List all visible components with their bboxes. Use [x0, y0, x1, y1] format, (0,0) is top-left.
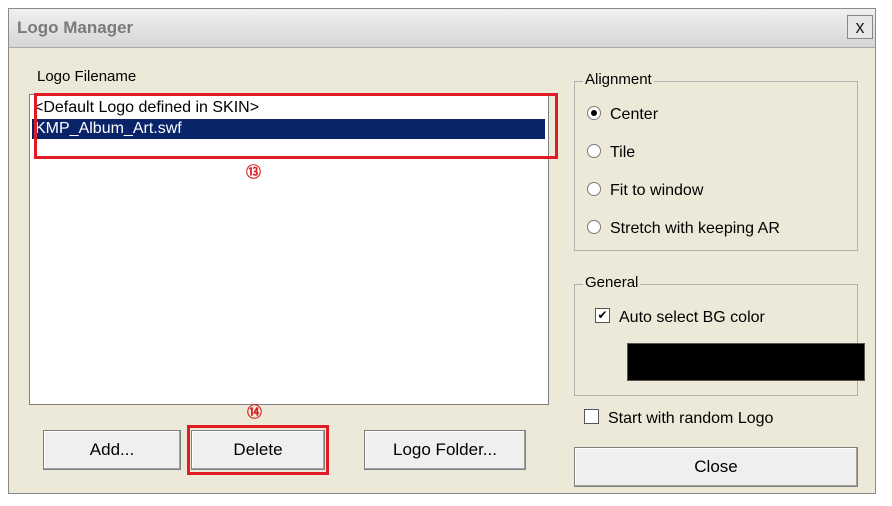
alignment-option-tile[interactable]: Tile	[587, 142, 635, 164]
add-button[interactable]: Add...	[43, 430, 181, 470]
radio-fit-to-window[interactable]	[587, 181, 601, 196]
logo-manager-dialog: Logo Manager x Logo Filename <Default Lo…	[8, 8, 876, 494]
close-window-button[interactable]: x	[847, 15, 873, 39]
random-logo-checkbox[interactable]	[584, 409, 599, 425]
auto-bg-row[interactable]: ✔ Auto select BG color	[595, 307, 765, 329]
alignment-label-stretch: Stretch with keeping AR	[610, 220, 780, 237]
alignment-option-fit[interactable]: Fit to window	[587, 180, 703, 202]
radio-tile[interactable]	[587, 143, 601, 158]
window-title: Logo Manager	[17, 18, 134, 37]
alignment-option-stretch[interactable]: Stretch with keeping AR	[587, 218, 780, 240]
alignment-legend: Alignment	[583, 71, 654, 88]
random-logo-row[interactable]: Start with random Logo	[584, 408, 773, 430]
annotation-marker-14: ⑭	[247, 404, 263, 421]
general-legend: General	[583, 274, 641, 291]
alignment-label-fit: Fit to window	[610, 182, 704, 199]
logo-folder-button[interactable]: Logo Folder...	[364, 430, 526, 470]
auto-bg-checkbox[interactable]: ✔	[595, 308, 610, 324]
close-button[interactable]: Close	[574, 447, 858, 487]
auto-bg-label: Auto select BG color	[619, 309, 765, 326]
logo-filename-legend: Logo Filename	[35, 68, 139, 85]
alignment-label-tile: Tile	[610, 144, 636, 161]
alignment-option-center[interactable]: Center	[587, 104, 658, 126]
title-bar[interactable]: Logo Manager x	[9, 9, 875, 48]
radio-stretch[interactable]	[587, 219, 601, 234]
random-logo-label: Start with random Logo	[608, 410, 774, 427]
general-group: General ✔ Auto select BG color	[574, 274, 865, 396]
alignment-label-center: Center	[610, 106, 659, 123]
annotation-box-delete	[187, 425, 329, 475]
alignment-group: Alignment Center Tile Fit to window Stre…	[574, 71, 858, 251]
annotation-box-list	[34, 93, 558, 159]
bg-color-swatch[interactable]	[627, 343, 865, 381]
annotation-marker-13: ⑬	[246, 164, 262, 181]
radio-center[interactable]	[587, 105, 601, 120]
